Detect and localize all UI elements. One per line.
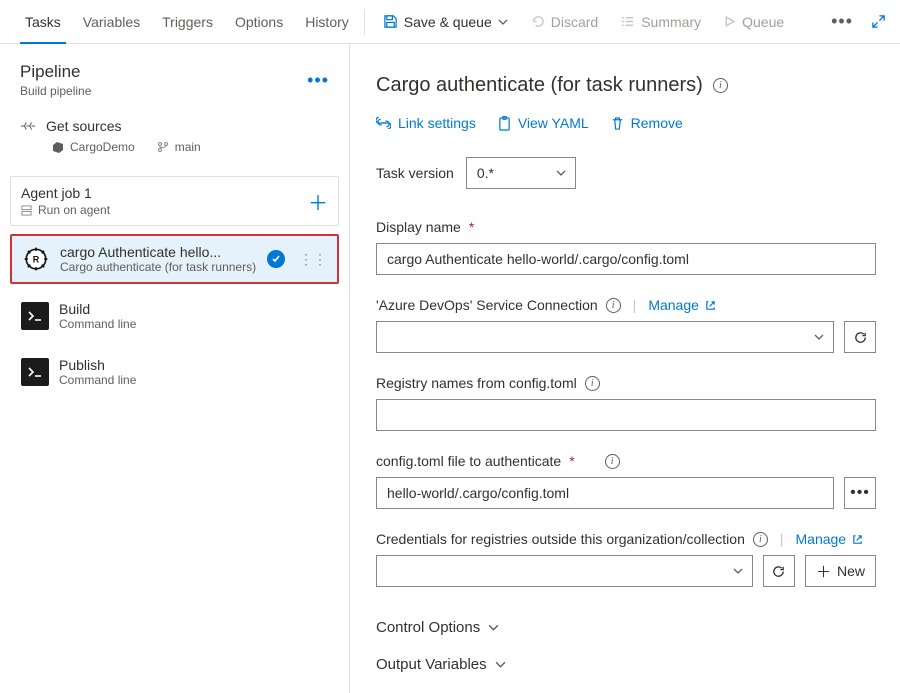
manage-credentials-link[interactable]: Manage bbox=[796, 531, 863, 547]
plus-icon: ＋ bbox=[816, 561, 831, 582]
terminal-icon bbox=[21, 302, 49, 330]
separator: | bbox=[776, 531, 788, 547]
pipeline-header[interactable]: Pipeline Build pipeline ••• bbox=[0, 56, 349, 108]
new-credentials-button[interactable]: ＋ New bbox=[805, 555, 876, 587]
chevron-down-icon bbox=[488, 622, 499, 633]
config-toml-input[interactable] bbox=[376, 477, 834, 509]
sources-icon bbox=[20, 119, 36, 133]
rust-gear-icon: R bbox=[22, 245, 50, 273]
task-row-cargo-authenticate[interactable]: R cargo Authenticate hello... Cargo auth… bbox=[10, 234, 339, 284]
tab-history[interactable]: History bbox=[294, 0, 360, 43]
config-toml-label: config.toml file to authenticate bbox=[376, 453, 561, 469]
task-title: Publish bbox=[59, 357, 328, 373]
branch-chip: main bbox=[157, 140, 201, 154]
external-link-icon bbox=[705, 300, 716, 311]
terminal-icon bbox=[21, 358, 49, 386]
task-details-pane: Cargo authenticate (for task runners) i … bbox=[350, 44, 900, 693]
summary-button[interactable]: Summary bbox=[610, 0, 711, 43]
more-actions-button[interactable]: ••• bbox=[825, 11, 859, 32]
registry-names-label: Registry names from config.toml bbox=[376, 375, 577, 391]
tab-options[interactable]: Options bbox=[224, 0, 294, 43]
refresh-icon bbox=[771, 564, 786, 579]
info-icon[interactable]: i bbox=[605, 454, 620, 469]
queue-button[interactable]: Queue bbox=[713, 0, 794, 43]
more-icon: ••• bbox=[850, 484, 870, 502]
agent-job-title: Agent job 1 bbox=[21, 185, 308, 201]
output-variables-section[interactable]: Output Variables bbox=[376, 646, 876, 683]
task-subtitle: Command line bbox=[59, 373, 328, 387]
agent-job-row[interactable]: Agent job 1 Run on agent ＋ bbox=[10, 176, 339, 226]
save-icon bbox=[383, 14, 398, 29]
manage-service-connection-link[interactable]: Manage bbox=[648, 297, 715, 313]
registry-names-input[interactable] bbox=[376, 399, 876, 431]
refresh-button[interactable] bbox=[844, 321, 876, 353]
chevron-down-icon bbox=[495, 659, 506, 670]
server-icon bbox=[21, 205, 32, 216]
separator: | bbox=[629, 297, 641, 313]
control-options-section[interactable]: Control Options bbox=[376, 609, 876, 646]
drag-handle-icon[interactable]: ⋮⋮ bbox=[295, 256, 327, 262]
get-sources-label: Get sources bbox=[46, 118, 121, 134]
refresh-icon bbox=[853, 330, 868, 345]
task-version-select[interactable] bbox=[466, 157, 576, 189]
task-version-label: Task version bbox=[376, 165, 454, 181]
chevron-down-icon bbox=[498, 17, 508, 27]
pipeline-more-button[interactable]: ••• bbox=[307, 70, 329, 91]
fullscreen-button[interactable] bbox=[871, 14, 886, 29]
info-icon[interactable]: i bbox=[713, 78, 728, 93]
task-title: Build bbox=[59, 301, 328, 317]
get-sources-row[interactable]: Get sources CargoDemo main bbox=[0, 108, 349, 160]
service-connection-label: 'Azure DevOps' Service Connection bbox=[376, 297, 598, 313]
tabs: Tasks Variables Triggers Options History bbox=[0, 0, 360, 43]
undo-icon bbox=[530, 14, 545, 29]
pipeline-subtitle: Build pipeline bbox=[20, 84, 307, 98]
save-and-queue-button[interactable]: Save & queue bbox=[373, 0, 518, 43]
discard-button[interactable]: Discard bbox=[520, 0, 608, 43]
repo-chip: CargoDemo bbox=[52, 140, 135, 154]
info-icon[interactable]: i bbox=[753, 532, 768, 547]
task-subtitle: Cargo authenticate (for task runners) bbox=[60, 260, 257, 274]
refresh-button[interactable] bbox=[763, 555, 795, 587]
expand-icon bbox=[871, 14, 886, 29]
more-icon: ••• bbox=[831, 11, 853, 32]
add-task-button[interactable]: ＋ bbox=[308, 187, 328, 216]
link-settings-link[interactable]: Link settings bbox=[376, 115, 476, 131]
list-icon bbox=[620, 14, 635, 29]
tab-variables[interactable]: Variables bbox=[72, 0, 151, 43]
task-title: cargo Authenticate hello... bbox=[60, 244, 257, 260]
service-connection-select[interactable] bbox=[376, 321, 834, 353]
clipboard-icon bbox=[498, 116, 511, 131]
svg-text:R: R bbox=[33, 254, 40, 264]
toolbar-actions: Save & queue Discard Summary Queue bbox=[373, 0, 794, 43]
details-heading: Cargo authenticate (for task runners) bbox=[376, 74, 703, 97]
required-asterisk: * bbox=[569, 453, 574, 469]
display-name-label: Display name bbox=[376, 219, 461, 235]
display-name-input[interactable] bbox=[376, 243, 876, 275]
credentials-select[interactable] bbox=[376, 555, 753, 587]
view-yaml-link[interactable]: View YAML bbox=[498, 115, 589, 131]
tab-triggers[interactable]: Triggers bbox=[151, 0, 224, 43]
separator bbox=[364, 9, 365, 35]
remove-link[interactable]: Remove bbox=[611, 115, 683, 131]
top-toolbar: Tasks Variables Triggers Options History… bbox=[0, 0, 900, 44]
left-pane: Pipeline Build pipeline ••• Get sources … bbox=[0, 44, 350, 693]
info-icon[interactable]: i bbox=[606, 298, 621, 313]
branch-icon bbox=[157, 141, 169, 153]
browse-button[interactable]: ••• bbox=[844, 477, 876, 509]
task-row-publish[interactable]: Publish Command line bbox=[10, 348, 339, 396]
azure-devops-icon bbox=[52, 141, 64, 153]
info-icon[interactable]: i bbox=[585, 376, 600, 391]
pipeline-title: Pipeline bbox=[20, 62, 307, 82]
play-icon bbox=[723, 15, 736, 28]
checkmark-icon bbox=[267, 250, 285, 268]
required-asterisk: * bbox=[469, 219, 474, 235]
credentials-label: Credentials for registries outside this … bbox=[376, 531, 745, 547]
task-row-build[interactable]: Build Command line bbox=[10, 292, 339, 340]
link-icon bbox=[376, 117, 391, 129]
tab-tasks[interactable]: Tasks bbox=[14, 0, 72, 43]
trash-icon bbox=[611, 116, 624, 131]
external-link-icon bbox=[852, 534, 863, 545]
task-subtitle: Command line bbox=[59, 317, 328, 331]
agent-job-subtitle: Run on agent bbox=[21, 203, 308, 217]
